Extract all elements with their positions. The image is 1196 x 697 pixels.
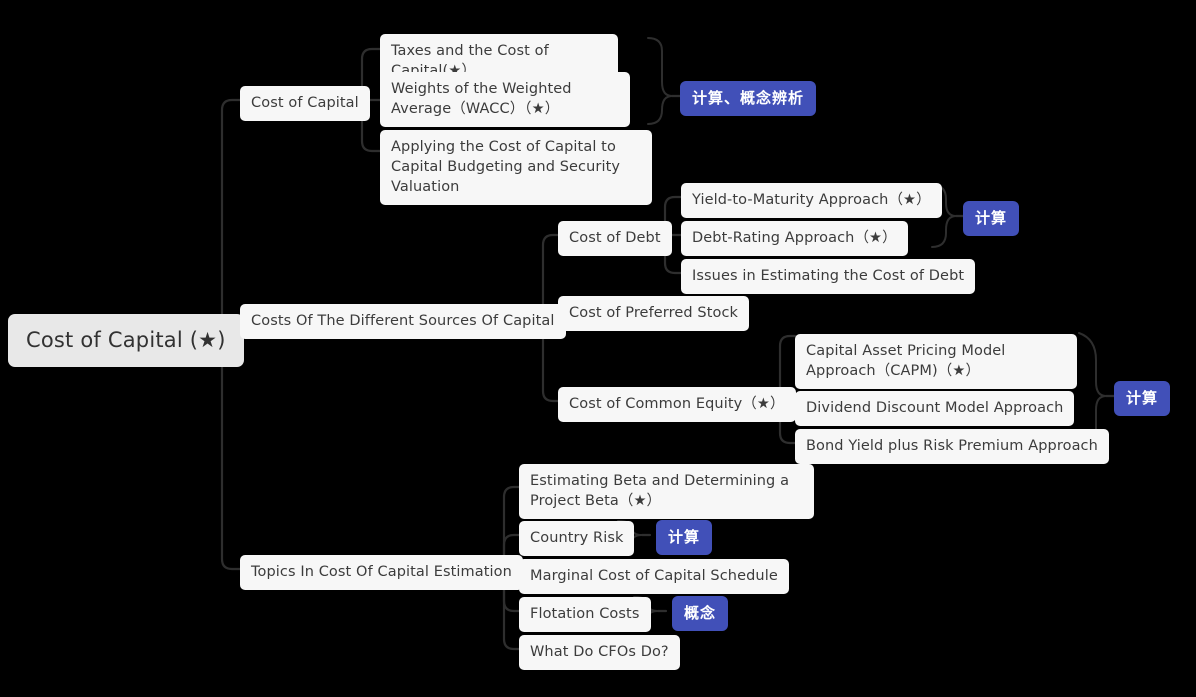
node-country-risk[interactable]: Country Risk (519, 521, 635, 556)
node-dividend-discount[interactable]: Dividend Discount Model Approach (795, 391, 1075, 426)
badge-calc-equity[interactable]: 计算 (1114, 381, 1171, 416)
node-marginal-cost-schedule[interactable]: Marginal Cost of Capital Schedule (519, 559, 789, 594)
badge-calc-concept[interactable]: 计算、概念辨析 (680, 81, 817, 116)
root-node[interactable]: Cost of Capital (★) (8, 314, 244, 367)
branch-node-costs-of-different-sources[interactable]: Costs Of The Different Sources Of Capita… (240, 304, 566, 339)
node-cost-of-debt[interactable]: Cost of Debt (558, 221, 672, 256)
node-flotation-costs[interactable]: Flotation Costs (519, 597, 651, 632)
branch-node-cost-of-capital[interactable]: Cost of Capital (240, 86, 370, 121)
badge-concept-flotation[interactable]: 概念 (672, 596, 729, 631)
node-debt-rating[interactable]: Debt-Rating Approach（★） (681, 221, 908, 256)
node-issues-estimating-cost-of-debt[interactable]: Issues in Estimating the Cost of Debt (681, 259, 976, 294)
node-estimating-beta[interactable]: Estimating Beta and Determining a Projec… (519, 464, 814, 519)
mindmap-canvas: Cost of Capital (★) Cost of Capital Taxe… (0, 0, 1196, 697)
badge-calc-debt[interactable]: 计算 (963, 201, 1020, 236)
node-cost-of-preferred-stock[interactable]: Cost of Preferred Stock (558, 296, 750, 331)
node-what-do-cfos-do[interactable]: What Do CFOs Do? (519, 635, 680, 670)
branch-node-topics-in-estimation[interactable]: Topics In Cost Of Capital Estimation (240, 555, 523, 590)
badge-calc-country-risk[interactable]: 计算 (656, 520, 713, 555)
node-bond-yield-plus-risk-premium[interactable]: Bond Yield plus Risk Premium Approach (795, 429, 1109, 464)
node-capm[interactable]: Capital Asset Pricing Model Approach（CAP… (795, 334, 1077, 389)
node-cost-of-common-equity[interactable]: Cost of Common Equity（★） (558, 387, 796, 422)
node-yield-to-maturity[interactable]: Yield-to-Maturity Approach（★） (681, 183, 942, 218)
node-applying-cost-of-capital[interactable]: Applying the Cost of Capital to Capital … (380, 130, 652, 205)
node-weights-wacc[interactable]: Weights of the Weighted Average（WACC）（★） (380, 72, 630, 127)
